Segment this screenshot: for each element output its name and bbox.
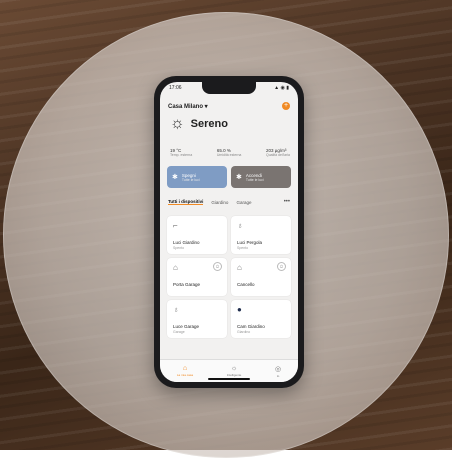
- nav-smart[interactable]: ☼ Intelligente: [227, 365, 242, 377]
- stat-label: Temp. esterna: [170, 153, 193, 157]
- room-tabs: Tutti i dispositivi Giardino Garage •••: [168, 199, 290, 205]
- device-status: Garage: [173, 330, 185, 334]
- home-icon: ⌂: [182, 365, 188, 372]
- device-card[interactable]: ● Cam Giardino Giardino: [231, 300, 291, 338]
- device-status: Spento: [173, 246, 185, 250]
- device-name: Cam Giardino: [237, 324, 265, 329]
- device-card[interactable]: ⌐ Luci Giardino Spento: [167, 216, 227, 254]
- device-status: Spento: [237, 246, 249, 250]
- tab-all-devices[interactable]: Tutti i dispositivi: [168, 199, 204, 205]
- home-selector[interactable]: Casa Milano ▾: [168, 103, 208, 110]
- status-icons: ▲ ◉ ▮: [274, 85, 289, 91]
- device-status: Giardino: [237, 330, 251, 334]
- scene-accendi-button[interactable]: ✱ Accendi Tutte le luci: [231, 166, 291, 188]
- lamp-icon: ⌐: [173, 221, 178, 230]
- stat-air-quality: 203 µg/m³ Qualità dell'aria: [266, 148, 290, 157]
- scene-subtitle: Tutte le luci: [181, 177, 200, 182]
- scene-subtitle: Tutte le luci: [245, 177, 264, 182]
- profile-icon: ◎: [275, 365, 282, 373]
- tab-giardino[interactable]: Giardino: [211, 200, 228, 205]
- home-indicator[interactable]: [208, 378, 250, 380]
- phone-frame: 17:06 ▲ ◉ ▮ Casa Milano ▾ + ☼ Sereno 19 …: [154, 76, 304, 388]
- nav-profile[interactable]: ◎ Io: [275, 365, 281, 378]
- device-name: Luce Garage: [173, 324, 200, 329]
- power-button-icon[interactable]: ⏻: [277, 262, 286, 271]
- weather-title: Sereno: [190, 118, 228, 130]
- status-time: 17:06: [169, 85, 182, 91]
- add-icon[interactable]: +: [282, 102, 290, 110]
- weather-panel: ☼ Sereno: [170, 116, 228, 132]
- stat-temperature: 19 °C Temp. esterna: [170, 148, 192, 157]
- device-name: Luci Giardino: [173, 240, 200, 245]
- device-grid: ⌐ Luci Giardino Spento ♁ Luci Pergola Sp…: [167, 216, 291, 338]
- garage-icon: ⌂: [173, 263, 178, 272]
- camera-icon: ●: [237, 305, 242, 314]
- scene-icon: ✱: [236, 174, 242, 181]
- device-name: Luci Pergola: [237, 240, 263, 245]
- stat-label: Qualità dell'aria: [265, 153, 290, 157]
- device-card[interactable]: ♁ Luci Pergola Spento: [231, 216, 291, 254]
- more-icon[interactable]: •••: [284, 199, 290, 205]
- sun-icon: ☼: [170, 115, 185, 132]
- nav-label: Io: [276, 373, 280, 378]
- power-button-icon[interactable]: ⏻: [213, 262, 222, 271]
- scene-title: Accendi: [245, 172, 262, 178]
- nav-label: La mia casa: [176, 373, 194, 377]
- device-card[interactable]: ♁ Luce Garage Garage: [167, 300, 227, 338]
- nav-label: Intelligente: [226, 373, 242, 377]
- phone-screen: 17:06 ▲ ◉ ▮ Casa Milano ▾ + ☼ Sereno 19 …: [160, 82, 298, 382]
- bulb-icon: ♁: [237, 221, 243, 230]
- tab-garage[interactable]: Garage: [236, 200, 251, 205]
- stat-humidity: 65.0 % Umidità esterna: [217, 148, 242, 157]
- gate-icon: ⌂: [237, 263, 242, 272]
- scene-icon: ✱: [172, 174, 178, 181]
- device-name: Cancello: [237, 282, 255, 287]
- status-bar: 17:06 ▲ ◉ ▮: [169, 85, 289, 93]
- bulb-icon: ♁: [173, 305, 179, 314]
- device-card[interactable]: ⌂ ⏻ Porta Garage: [167, 258, 227, 296]
- scene-spegni-button[interactable]: ✱ Spegni Tutte le luci: [167, 166, 227, 188]
- smart-icon: ☼: [230, 365, 238, 372]
- device-card[interactable]: ⌂ ⏻ Cancello: [231, 258, 291, 296]
- scene-buttons: ✱ Spegni Tutte le luci ✱ Accendi Tutte l…: [167, 166, 291, 188]
- stat-label: Umidità esterna: [216, 153, 242, 157]
- app-header: Casa Milano ▾ +: [168, 102, 290, 110]
- nav-home[interactable]: ⌂ La mia casa: [177, 365, 193, 377]
- device-name: Porta Garage: [173, 282, 201, 287]
- weather-stats: 19 °C Temp. esterna 65.0 % Umidità ester…: [170, 148, 290, 157]
